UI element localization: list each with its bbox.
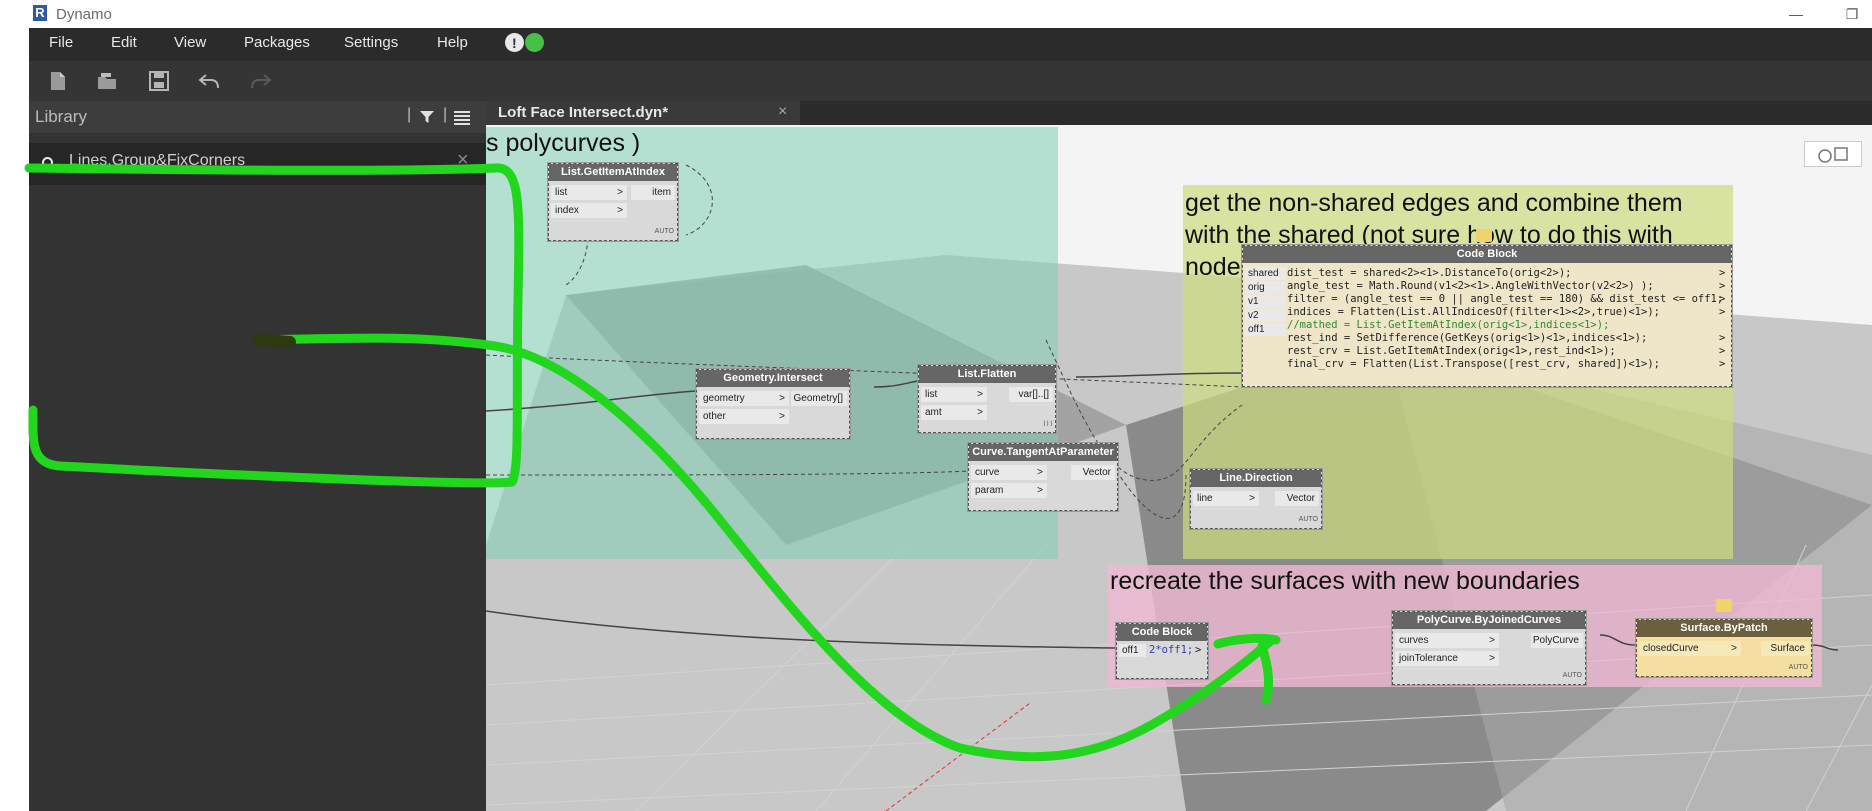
green-annotation-stroke	[24, 163, 1281, 762]
